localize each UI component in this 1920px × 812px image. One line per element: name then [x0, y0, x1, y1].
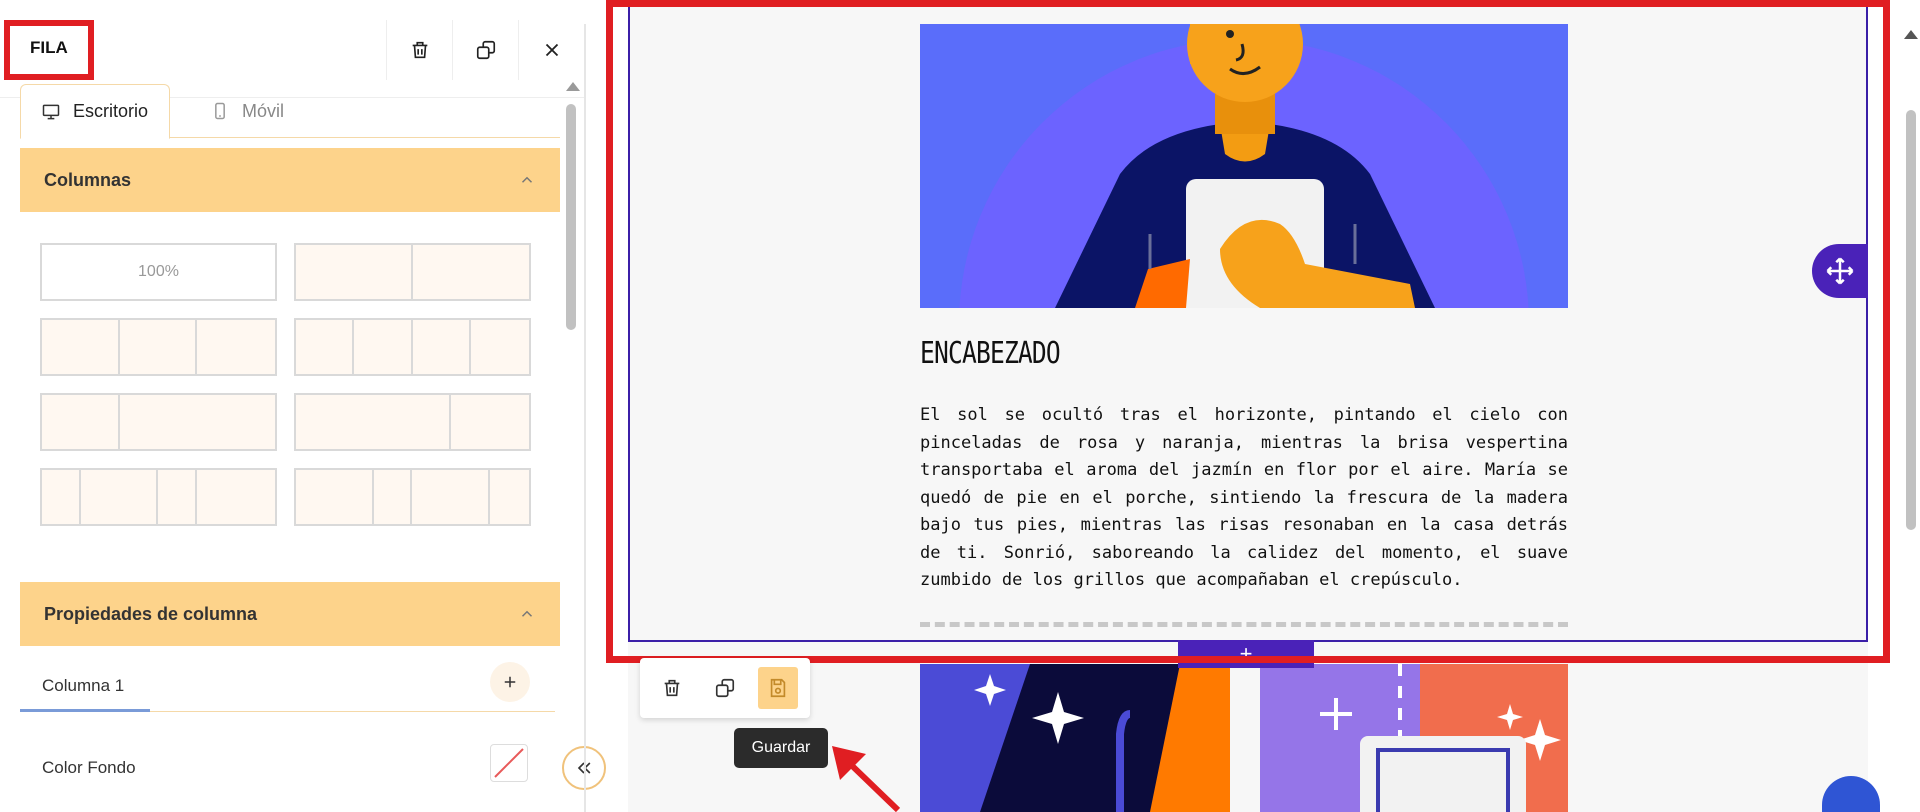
tab-desktop-label: Escritorio [73, 101, 149, 121]
column-layout-cell [412, 470, 491, 524]
column-properties-header[interactable]: Propiedades de columna [20, 582, 560, 646]
column-layout-cell [374, 470, 413, 524]
mobile-icon [215, 102, 225, 120]
column-layout-cell [42, 470, 81, 524]
tab-column-1[interactable]: Columna 1 [42, 676, 124, 696]
active-tab-indicator [20, 709, 150, 712]
delete-row-button[interactable] [386, 20, 452, 80]
column-layout-option[interactable] [40, 468, 277, 526]
column-layout-cell [354, 320, 413, 374]
plus-icon [504, 676, 516, 688]
column-tabs: Columna 1 [20, 660, 555, 712]
column-layout-option[interactable] [294, 318, 531, 376]
row-toolbar [640, 658, 810, 718]
duplicate-element-button[interactable] [705, 667, 745, 709]
copy-icon [476, 40, 495, 60]
trash-icon [664, 679, 680, 697]
canvas-scroll-up-arrow[interactable] [1904, 30, 1918, 39]
panel-scroll-up-arrow[interactable] [566, 82, 580, 91]
tab-mobile[interactable]: Móvil [190, 84, 330, 138]
column-layout-option[interactable] [40, 318, 277, 376]
column-layout-cell [490, 470, 529, 524]
column-layout-option[interactable] [294, 243, 531, 301]
duplicate-row-button[interactable] [452, 20, 518, 80]
panel-divider [584, 24, 586, 812]
column-layout-cell [197, 470, 275, 524]
copy-icon [715, 678, 735, 698]
column-layout-cell [42, 395, 120, 449]
add-column-button[interactable] [490, 662, 530, 702]
column-layout-cell [81, 470, 159, 524]
selected-row-highlight [606, 0, 1890, 663]
tab-mobile-label: Móvil [242, 100, 285, 121]
close-icon [545, 43, 558, 57]
close-panel-button[interactable] [518, 20, 584, 80]
column-layout-cell [471, 320, 529, 374]
chevron-up-icon [521, 610, 533, 617]
column-layout-cell [296, 320, 355, 374]
column-layout-option[interactable] [294, 393, 531, 451]
no-color-icon [494, 748, 524, 778]
canvas-scrollbar[interactable] [1906, 110, 1916, 530]
column-layout-cell [197, 320, 275, 374]
column-properties-title: Propiedades de columna [44, 603, 258, 624]
tab-desktop[interactable]: Escritorio [20, 84, 170, 139]
delete-element-button[interactable] [652, 667, 692, 709]
panel-scrollbar[interactable] [566, 104, 576, 330]
chevron-up-icon [521, 176, 533, 183]
title-highlight-box [4, 20, 94, 80]
save-tooltip: Guardar [734, 728, 828, 768]
page-builder: FILA Escritorio Móvil Columnas 100% Prop… [0, 0, 1920, 812]
column-layout-cell [451, 395, 529, 449]
save-icon [770, 678, 785, 698]
column-layout-cell [413, 320, 471, 374]
column-layout-cell [120, 395, 275, 449]
background-color-picker[interactable] [490, 744, 528, 782]
device-tabs: Escritorio Móvil [20, 84, 560, 139]
desktop-icon [42, 104, 60, 119]
trash-icon [412, 41, 427, 59]
art-illustration [920, 664, 1568, 812]
column-layout-cell [296, 395, 452, 449]
column-layout-cell [158, 470, 198, 524]
second-row-image[interactable] [920, 664, 1568, 812]
column-layout-cell [120, 320, 198, 374]
arrow-pointer-icon [832, 746, 901, 812]
save-button[interactable] [757, 667, 798, 709]
column-layout-cell [296, 245, 413, 299]
editor-canvas: ENCABEZADO El sol se ocultó tras el hori… [606, 0, 1896, 812]
column-layout-cell [296, 470, 374, 524]
background-color-label: Color Fondo [42, 758, 136, 777]
columns-section-header[interactable]: Columnas [20, 148, 560, 212]
column-layout-option[interactable] [294, 468, 531, 526]
column-layout-label: 100% [138, 263, 179, 280]
settings-panel: FILA Escritorio Móvil Columnas 100% Prop… [0, 0, 606, 812]
column-layout-option[interactable] [40, 393, 277, 451]
column-layout-option[interactable]: 100% [40, 243, 277, 301]
column-layout-cell [42, 320, 120, 374]
column-layout-cell [413, 245, 530, 299]
columns-section-title: Columnas [44, 169, 132, 190]
